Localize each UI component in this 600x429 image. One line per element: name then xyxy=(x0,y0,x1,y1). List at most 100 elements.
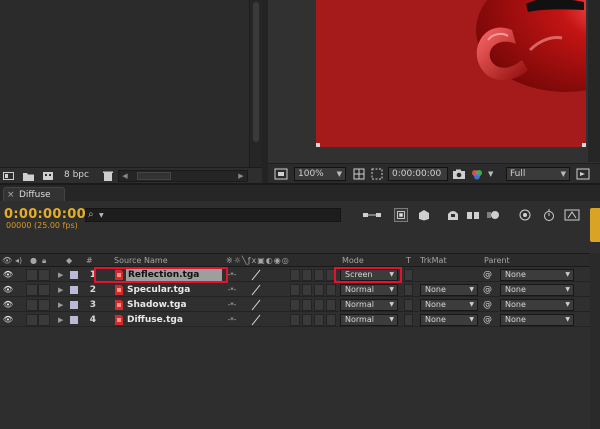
motion-blur-switch[interactable] xyxy=(314,314,324,326)
pick-whip-icon[interactable]: @ xyxy=(483,314,495,326)
draft-3d-icon[interactable] xyxy=(417,209,431,221)
audio-switch[interactable] xyxy=(26,269,38,281)
3d-layer-switch[interactable] xyxy=(326,314,336,326)
viewer-timecode[interactable]: 0:00:00:00 xyxy=(388,167,448,181)
pick-whip-icon[interactable]: @ xyxy=(483,269,495,281)
graph-editor-icon[interactable] xyxy=(518,209,532,221)
track-matte-dropdown[interactable]: None ▼ xyxy=(420,314,478,326)
effect-switch[interactable] xyxy=(290,284,300,296)
current-time-indicator[interactable] xyxy=(590,208,600,242)
frame-blending-icon[interactable] xyxy=(466,209,480,221)
hide-shy-layers-icon[interactable] xyxy=(446,209,460,221)
pick-whip-icon[interactable]: @ xyxy=(483,299,495,311)
scroll-left-icon[interactable]: ◀ xyxy=(121,172,129,180)
shy-switch-icon[interactable]: -*- xyxy=(227,299,237,311)
trash-icon[interactable] xyxy=(102,170,114,182)
live-update-icon[interactable] xyxy=(394,208,408,222)
track-matte-dropdown[interactable]: None ▼ xyxy=(420,284,478,296)
layer-name[interactable]: Diffuse.tga xyxy=(127,314,183,326)
blend-mode-dropdown[interactable]: Normal ▼ xyxy=(340,314,398,326)
effect-switch[interactable] xyxy=(290,299,300,311)
layer-search-input[interactable]: ⌕ ▼ xyxy=(85,208,341,222)
layer-name[interactable]: Shadow.tga xyxy=(127,299,187,311)
shy-switch-icon[interactable]: -*- xyxy=(227,284,237,296)
preserve-transparency-switch[interactable] xyxy=(404,299,413,311)
solo-switch[interactable] xyxy=(38,269,50,281)
blend-mode-dropdown[interactable]: Normal ▼ xyxy=(340,299,398,311)
frame-blend-switch[interactable] xyxy=(302,299,312,311)
twirl-down-icon[interactable]: ▶ xyxy=(58,269,66,281)
motion-blur-switch[interactable] xyxy=(314,269,324,281)
resolution-dropdown[interactable]: Full ▼ xyxy=(506,167,570,181)
show-channel-icon[interactable] xyxy=(470,167,484,181)
motion-blur-switch[interactable] xyxy=(314,299,324,311)
scroll-thumb[interactable] xyxy=(253,2,259,142)
camera-icon[interactable] xyxy=(452,167,466,181)
quality-switch-icon[interactable] xyxy=(251,314,261,326)
bit-depth-button[interactable]: 8 bpc xyxy=(64,170,89,180)
chevron-down-icon[interactable]: ▼ xyxy=(488,167,498,181)
parent-dropdown[interactable]: None ▼ xyxy=(500,314,574,326)
parent-dropdown[interactable]: None ▼ xyxy=(500,269,574,281)
label-color-swatch[interactable] xyxy=(70,316,78,324)
label-color-swatch[interactable] xyxy=(70,286,78,294)
fast-previews-icon[interactable] xyxy=(576,167,590,181)
scroll-thumb[interactable] xyxy=(137,172,171,180)
visibility-eye-icon[interactable]: 👁 xyxy=(2,299,14,311)
effect-switch[interactable] xyxy=(290,269,300,281)
layer-row[interactable]: 👁 ▶ 1 Reflection.tga -*- Screen ▼ @ None ▼ xyxy=(0,268,590,282)
parent-dropdown[interactable]: None ▼ xyxy=(500,299,574,311)
twirl-down-icon[interactable]: ▶ xyxy=(58,314,66,326)
composition-canvas[interactable] xyxy=(316,0,586,147)
region-of-interest-icon[interactable] xyxy=(370,167,384,181)
quality-switch-icon[interactable] xyxy=(251,299,261,311)
scroll-right-icon[interactable]: ▶ xyxy=(237,172,245,180)
layer-row[interactable]: 👁 ▶ 2 Specular.tga -*- Normal ▼ None ▼ @ N… xyxy=(0,283,590,297)
solo-switch[interactable] xyxy=(38,299,50,311)
new-folder-icon[interactable] xyxy=(22,170,35,182)
preserve-transparency-switch[interactable] xyxy=(404,269,413,281)
visibility-eye-icon[interactable]: 👁 xyxy=(2,284,14,296)
audio-switch[interactable] xyxy=(26,284,38,296)
interpret-footage-icon[interactable] xyxy=(3,170,14,182)
column-source-name-header[interactable]: Source Name xyxy=(114,256,168,265)
current-time-display[interactable]: 0:00:00:00 xyxy=(4,207,86,222)
timeline-graph-area[interactable] xyxy=(590,253,600,429)
preserve-transparency-switch[interactable] xyxy=(404,314,413,326)
frame-blend-switch[interactable] xyxy=(302,314,312,326)
quality-switch-icon[interactable] xyxy=(251,284,261,296)
grid-guides-icon[interactable] xyxy=(352,167,366,181)
quality-switch-icon[interactable] xyxy=(251,269,261,281)
new-comp-icon[interactable] xyxy=(42,170,54,182)
layer-name[interactable]: Specular.tga xyxy=(127,284,190,296)
timeline-empty-area[interactable] xyxy=(0,327,590,429)
twirl-down-icon[interactable]: ▶ xyxy=(58,284,66,296)
project-horizontal-scrollbar[interactable]: ◀ ▶ xyxy=(118,170,248,182)
solo-switch[interactable] xyxy=(38,314,50,326)
solo-switch[interactable] xyxy=(38,284,50,296)
motion-blur-switch[interactable] xyxy=(314,284,324,296)
layer-row[interactable]: 👁 ▶ 4 Diffuse.tga -*- Normal ▼ None ▼ @ No… xyxy=(0,313,590,327)
label-color-swatch[interactable] xyxy=(70,271,78,279)
viewer-vertical-scrollbar[interactable] xyxy=(588,0,600,162)
always-preview-icon[interactable] xyxy=(274,167,288,181)
motion-blur-icon[interactable] xyxy=(486,209,500,221)
visibility-eye-icon[interactable]: 👁 xyxy=(2,314,14,326)
audio-switch[interactable] xyxy=(26,299,38,311)
frame-blend-switch[interactable] xyxy=(302,269,312,281)
shy-switch-icon[interactable]: -*- xyxy=(227,314,237,326)
twirl-down-icon[interactable]: ▶ xyxy=(58,299,66,311)
audio-switch[interactable] xyxy=(26,314,38,326)
parent-dropdown[interactable]: None ▼ xyxy=(500,284,574,296)
effect-switch[interactable] xyxy=(290,314,300,326)
label-color-swatch[interactable] xyxy=(70,301,78,309)
track-matte-dropdown[interactable]: None ▼ xyxy=(420,299,478,311)
preserve-transparency-switch[interactable] xyxy=(404,284,413,296)
comp-mini-flowchart-icon[interactable] xyxy=(362,209,382,221)
magnification-dropdown[interactable]: 100% ▼ xyxy=(294,167,346,181)
shy-switch-icon[interactable]: -*- xyxy=(227,269,237,281)
3d-layer-switch[interactable] xyxy=(326,299,336,311)
3d-layer-switch[interactable] xyxy=(326,284,336,296)
visibility-eye-icon[interactable]: 👁 xyxy=(2,269,14,281)
timer-icon[interactable] xyxy=(542,209,556,221)
